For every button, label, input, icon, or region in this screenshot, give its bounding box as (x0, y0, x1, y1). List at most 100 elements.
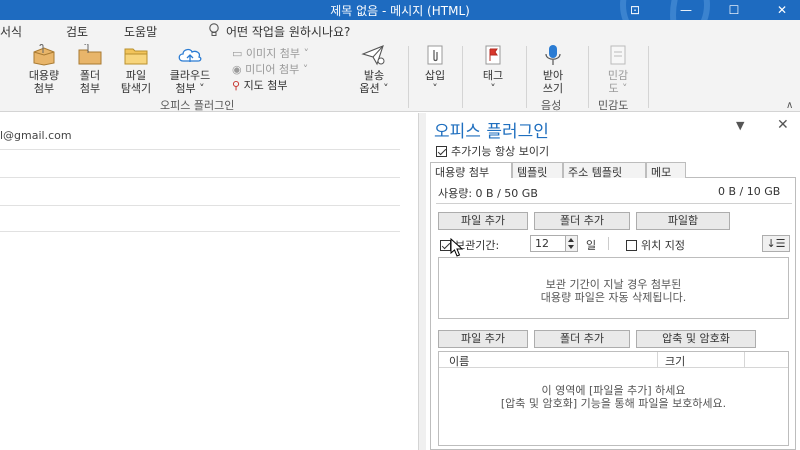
field-divider (0, 177, 400, 178)
close-window-button[interactable]: ✕ (762, 0, 800, 20)
sensitivity-button[interactable]: 민감 도 ˅ (598, 44, 638, 95)
checkbox-icon (626, 239, 637, 251)
add-folder-button-2[interactable]: 폴더 추가 (534, 330, 630, 348)
field-divider (0, 231, 400, 232)
notice-line: 대용량 파일은 자동 삭제됩니다. (540, 291, 687, 304)
tag-button[interactable]: 태그 ˅ (476, 44, 510, 95)
tab-large-attach[interactable]: 대용량 첨부 (430, 162, 512, 179)
microphone-icon (545, 45, 561, 65)
mail-compose-area: l@gmail.com (0, 113, 418, 450)
send-options-button[interactable]: 발송 옵션 ˅ (354, 44, 394, 95)
cloud-attach-button[interactable]: 클라우드 첨부 ˅ (164, 44, 216, 95)
ribbon: 대용량 첨부 폴더 첨부 파일 탐색기 클라우드 첨부 ˅ ▭ 이미지 첨부 ˅… (0, 42, 800, 112)
divider (436, 203, 792, 204)
folder-attach-label: 폴더 첨부 (79, 69, 101, 95)
paper-plane-gear-icon (361, 45, 385, 66)
image-attach-label: 이미지 첨부 ˅ (245, 47, 309, 60)
to-field-value[interactable]: l@gmail.com (0, 129, 72, 142)
always-show-label: 추가기능 항상 보이기 (451, 145, 550, 158)
tab-address-template[interactable]: 주소 템플릿 (563, 162, 646, 179)
ribbon-separator (648, 46, 649, 108)
divider (608, 237, 609, 250)
pane-tabs: 대용량 첨부 템플릿 주소 템플릿 메모 (430, 162, 796, 179)
dictate-button[interactable]: 받아 쓰기 (536, 44, 570, 95)
collapse-ribbon-icon[interactable]: ∧ (786, 100, 793, 111)
pane-close-icon[interactable]: ✕ (777, 117, 789, 133)
file-list[interactable]: 이름 크기 이 영역에 [파일을 추가] 하세요 [압축 및 암호화] 기능을 … (438, 351, 789, 446)
sensitivity-label: 민감 도 ˅ (607, 69, 629, 95)
folder-attach-icon (78, 44, 102, 65)
column-name[interactable]: 이름 (449, 353, 469, 369)
pane-menu-icon[interactable]: ▼ (736, 119, 744, 132)
add-file-button-2[interactable]: 파일 추가 (438, 330, 528, 348)
keep-days-value[interactable]: 12 (535, 237, 549, 250)
pane-title: 오피스 플러그인 (434, 122, 549, 142)
image-icon: ▭ (232, 47, 246, 60)
field-divider (0, 149, 400, 150)
usage-right: 0 B / 10 GB (718, 185, 781, 198)
location-checkbox[interactable]: 위치 지정 (626, 237, 685, 253)
office-plugin-pane: 오피스 플러그인 ▼ ✕ 추가기능 항상 보이기 대용량 첨부 템플릿 주소 템… (426, 113, 800, 450)
folder-attach-button[interactable]: 폴더 첨부 (74, 44, 106, 95)
cloud-upload-icon (178, 48, 202, 62)
minimize-button[interactable]: — (666, 0, 706, 20)
compress-encrypt-button[interactable]: 압축 및 암호화 (636, 330, 756, 348)
add-file-button[interactable]: 파일 추가 (438, 212, 528, 230)
tab-review[interactable]: 검토 (66, 23, 88, 40)
file-explorer-label: 파일 탐색기 (120, 69, 152, 95)
cloud-attach-label: 클라우드 첨부 ˅ (169, 69, 211, 95)
box-attach-icon (33, 44, 55, 66)
lightbulb-icon (209, 23, 219, 36)
always-show-checkbox[interactable]: 추가기능 항상 보이기 (436, 143, 549, 159)
ribbon-separator (588, 46, 589, 108)
sort-button[interactable]: ↓☰ (762, 235, 790, 252)
stepper-arrows-icon[interactable] (565, 236, 577, 251)
file-list-empty-text: 이 영역에 [파일을 추가] 하세요 [압축 및 암호화] 기능을 통해 파일을… (500, 384, 727, 410)
location-label: 위치 지정 (641, 239, 685, 252)
day-unit-label: 일 (586, 239, 597, 252)
ribbon-separator (526, 46, 527, 108)
title-bar: 제목 없음 - 메시지 (HTML) ⊡ — ☐ ✕ (0, 0, 800, 42)
large-attach-button[interactable]: 대용량 첨부 (24, 44, 64, 95)
field-divider (0, 205, 400, 206)
insert-label: 삽입 ˅ (424, 69, 446, 95)
large-attach-label: 대용량 첨부 (28, 69, 60, 95)
pane-splitter[interactable] (418, 113, 426, 450)
ribbon-separator (408, 46, 409, 108)
file-box-button[interactable]: 파일함 (636, 212, 730, 230)
mouse-cursor-icon (450, 238, 464, 257)
add-folder-button[interactable]: 폴더 추가 (534, 212, 630, 230)
image-attach-button[interactable]: ▭ 이미지 첨부 ˅ (232, 45, 309, 61)
map-pin-icon: ⚲ (232, 79, 244, 92)
media-attach-button[interactable]: ◉ 미디어 첨부 ˅ (232, 61, 308, 77)
usage-label: 사용량: 0 B / 50 GB (438, 187, 538, 200)
paperclip-icon (427, 45, 443, 65)
checkbox-checked-icon (436, 145, 447, 157)
map-attach-label: 지도 첨부 (243, 79, 288, 92)
send-options-label: 발송 옵션 ˅ (359, 69, 389, 95)
tag-label: 태그 ˅ (482, 69, 504, 95)
media-icon: ◉ (232, 63, 246, 76)
retention-notice: 보관 기간이 지날 경우 첨부된 대용량 파일은 자동 삭제됩니다. (438, 257, 789, 319)
keep-days-stepper[interactable]: 12 (530, 235, 578, 252)
sensitivity-icon (610, 45, 626, 65)
tab-memo[interactable]: 메모 (646, 162, 686, 179)
group-label-sensitivity: 민감도 (598, 99, 629, 112)
tab-template[interactable]: 템플릿 (512, 162, 563, 179)
ribbon-display-icon[interactable]: ⊡ (615, 0, 655, 20)
file-explorer-button[interactable]: 파일 탐색기 (116, 44, 156, 95)
group-label-office: 오피스 플러그인 (160, 99, 235, 112)
insert-button[interactable]: 삽입 ˅ (418, 44, 452, 95)
map-attach-button[interactable]: ⚲ 지도 첨부 (232, 77, 288, 93)
dictate-label: 받아 쓰기 (542, 69, 564, 95)
column-size[interactable]: 크기 (665, 353, 685, 369)
tab-format[interactable]: 서식 (0, 23, 22, 40)
tab-help[interactable]: 도움말 (124, 23, 157, 40)
flag-icon (485, 45, 501, 65)
group-label-voice: 음성 (541, 99, 562, 112)
notice-line: 보관 기간이 지날 경우 첨부된 (545, 278, 682, 291)
maximize-button[interactable]: ☐ (714, 0, 754, 20)
keep-period-checkbox[interactable]: 보관기간: (440, 237, 499, 253)
tell-me-search[interactable]: 어떤 작업을 원하시나요? (226, 23, 350, 40)
ribbon-tabs: 서식 검토 도움말 어떤 작업을 원하시나요? (0, 20, 800, 42)
